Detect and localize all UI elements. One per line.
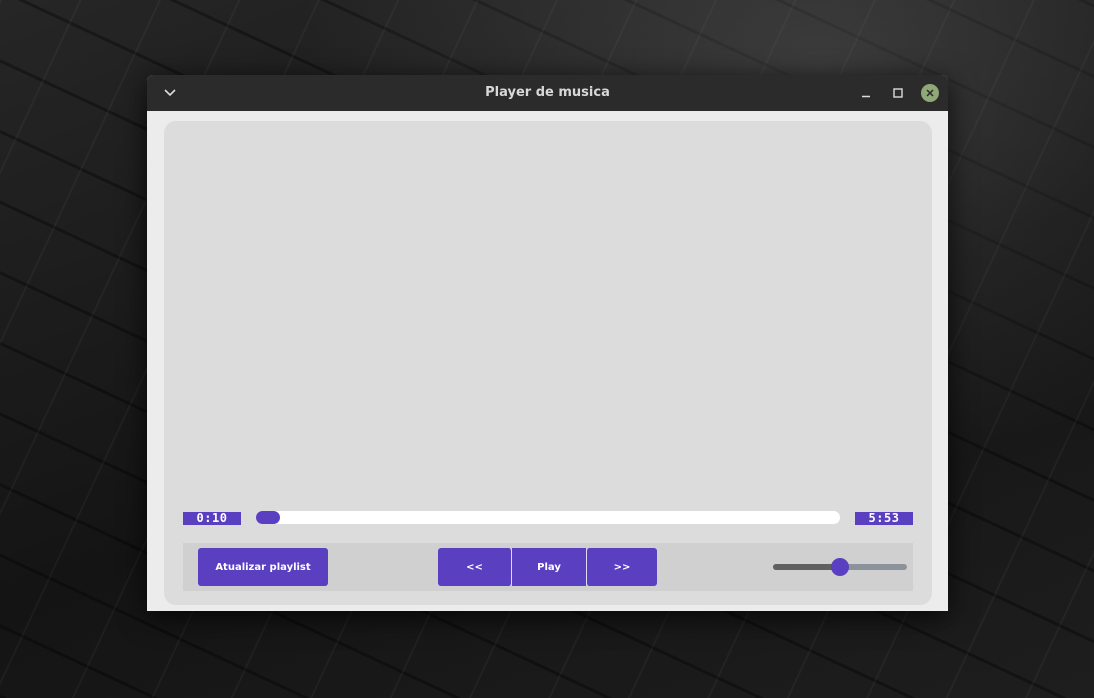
- next-button[interactable]: >>: [586, 548, 657, 586]
- close-button-circle: [921, 84, 939, 102]
- previous-button[interactable]: <<: [438, 548, 512, 586]
- volume-fill: [773, 564, 840, 570]
- maximize-icon: [893, 88, 903, 98]
- minimize-icon: [862, 95, 870, 98]
- minimize-button[interactable]: [852, 75, 880, 111]
- volume-knob[interactable]: [831, 558, 849, 576]
- close-icon: [926, 89, 934, 97]
- window-title: Player de musica: [485, 85, 610, 100]
- maximize-button[interactable]: [884, 75, 912, 111]
- controls-bar: Atualizar playlist << Play >>: [183, 543, 913, 591]
- progress-fill: [256, 511, 280, 524]
- elapsed-time: 0:10: [183, 512, 241, 525]
- player-panel: 0:10 5:53 Atualizar playlist << Play >>: [164, 121, 932, 605]
- total-time: 5:53: [855, 512, 913, 525]
- refresh-playlist-button[interactable]: Atualizar playlist: [198, 548, 328, 586]
- progress-slider[interactable]: [256, 511, 840, 524]
- play-button[interactable]: Play: [512, 548, 586, 586]
- volume-slider[interactable]: [773, 558, 907, 576]
- app-window: Player de musica 0:10 5:53 Atualizar pla…: [147, 75, 948, 611]
- close-button[interactable]: [916, 75, 944, 111]
- title-bar: Player de musica: [147, 75, 948, 111]
